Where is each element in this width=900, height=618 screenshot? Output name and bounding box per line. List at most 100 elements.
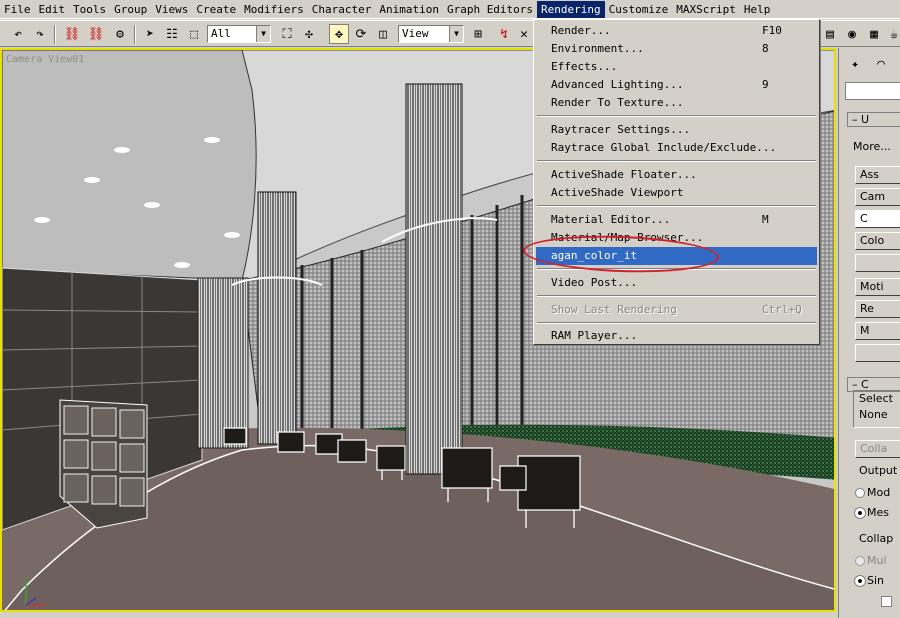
more-button[interactable]: More... <box>853 140 891 153</box>
utility-btn-m[interactable]: M <box>855 322 900 340</box>
utility-btn-camera[interactable]: Cam <box>855 188 900 206</box>
menu-item-label: ActiveShade Viewport <box>551 186 684 199</box>
select-move-icon[interactable]: ✣ <box>299 24 319 44</box>
render-scene-icon[interactable]: ▦ <box>864 24 884 44</box>
status-bar <box>0 612 838 618</box>
select-object-icon[interactable]: ➤ <box>140 24 160 44</box>
checkbox[interactable] <box>881 596 892 607</box>
menu-item-label: Video Post... <box>551 276 638 289</box>
utility-btn-blank[interactable] <box>855 254 900 272</box>
menu-item-label: Render... <box>551 24 611 37</box>
rendering-menu-item[interactable]: Effects... <box>536 58 817 76</box>
collapse-single-option[interactable]: Sin <box>867 574 884 587</box>
menu-tools[interactable]: Tools <box>69 1 110 18</box>
rotate-icon[interactable]: ⟳ <box>351 24 371 44</box>
rendering-menu-item[interactable]: Render To Texture... <box>536 94 817 112</box>
output-modifier-option[interactable]: Mod <box>867 486 890 499</box>
rendering-menu-item[interactable]: Advanced Lighting... 9 <box>536 76 817 94</box>
select-by-name-icon[interactable]: ☷ <box>162 24 182 44</box>
menu-rendering[interactable]: Rendering <box>537 0 605 18</box>
menu-animation[interactable]: Animation <box>375 1 443 18</box>
object-name-field[interactable] <box>845 82 900 100</box>
window-crossing-icon[interactable]: ⛶ <box>277 24 297 44</box>
menu-file[interactable]: File <box>0 1 35 18</box>
utility-btn-c[interactable]: C <box>855 210 900 228</box>
selection-label: Select <box>859 392 893 405</box>
utility-btn-reset[interactable]: Re <box>855 300 900 318</box>
rendering-menu-item[interactable]: Raytrace Global Include/Exclude... <box>536 139 817 157</box>
unlink-icon[interactable]: ⛓ <box>86 24 106 44</box>
create-tab-icon[interactable]: ✦ <box>845 54 865 74</box>
menu-item-label: ActiveShade Floater... <box>551 168 697 181</box>
utility-btn-color[interactable]: Colo <box>855 232 900 250</box>
menu-item-label: Environment... <box>551 42 644 55</box>
menu-character[interactable]: Character <box>308 1 376 18</box>
menu-customize[interactable]: Customize <box>605 1 673 18</box>
region-select-icon[interactable]: ⬚ <box>184 24 204 44</box>
menu-separator <box>537 205 816 207</box>
reference-coord-value: View <box>402 27 429 40</box>
output-mesh-option[interactable]: Mes <box>867 506 889 519</box>
menu-views[interactable]: Views <box>151 1 192 18</box>
menu-graph-editors[interactable]: Graph Editors <box>443 1 537 18</box>
menu-item-shortcut: 8 <box>762 42 769 55</box>
selection-filter-dropdown[interactable]: All ▼ <box>207 25 271 43</box>
menu-separator <box>537 322 816 324</box>
manipulate-icon[interactable]: ↯ <box>494 24 514 44</box>
menu-item-shortcut: M <box>762 213 769 226</box>
rendering-menu-item[interactable]: RAM Player... <box>536 327 817 345</box>
toolbar-divider <box>134 25 136 44</box>
menu-item-label: Render To Texture... <box>551 96 684 109</box>
undo-icon[interactable]: ↶ <box>8 24 28 44</box>
menu-create[interactable]: Create <box>192 1 240 18</box>
scale-icon[interactable]: ◫ <box>373 24 393 44</box>
collapse-multiple-option[interactable]: Mul <box>867 554 887 567</box>
utilities-rollout[interactable]: – U <box>847 112 900 127</box>
menu-item-label: Advanced Lighting... <box>551 78 684 91</box>
rendering-menu-item[interactable]: Environment... 8 <box>536 40 817 58</box>
bind-spacewarp-icon[interactable]: ⚙ <box>110 24 130 44</box>
menu-edit[interactable]: Edit <box>35 1 70 18</box>
menu-group[interactable]: Group <box>110 1 151 18</box>
pivot-center-icon[interactable]: ⊞ <box>468 24 488 44</box>
select-move-active-icon[interactable]: ✥ <box>329 24 349 44</box>
utility-btn-assets[interactable]: Ass <box>855 166 900 184</box>
menu-item-shortcut: Ctrl+Q <box>762 303 802 316</box>
selection-value: None <box>859 408 888 421</box>
rendering-menu-item[interactable]: ActiveShade Viewport <box>536 184 817 202</box>
menu-separator <box>537 160 816 162</box>
collapse-multiple-radio[interactable] <box>855 556 865 566</box>
rendering-menu-item[interactable]: ActiveShade Floater... <box>536 166 817 184</box>
rendering-menu-item[interactable]: Raytracer Settings... <box>536 121 817 139</box>
snap-icon[interactable]: ✕ <box>514 24 534 44</box>
menu-item-label: Raytrace Global Include/Exclude... <box>551 141 777 154</box>
chevron-down-icon: ▼ <box>256 26 270 42</box>
reference-coord-dropdown[interactable]: View ▼ <box>398 25 464 43</box>
redo-icon[interactable]: ↷ <box>30 24 50 44</box>
utility-btn-motion[interactable]: Moti <box>855 278 900 296</box>
material-editor-icon[interactable]: ◉ <box>842 24 862 44</box>
output-modifier-radio[interactable] <box>855 488 865 498</box>
rendering-menu-item[interactable]: Render... F10 <box>536 22 817 40</box>
rendering-menu-dropdown: Render... F10 Environment... 8 Effects... Adv… <box>533 19 820 345</box>
menu-item-label: Material Editor... <box>551 213 671 226</box>
rendering-menu-item[interactable]: Video Post... <box>536 274 817 292</box>
quick-render-icon[interactable]: ☕ <box>884 24 900 44</box>
rendering-menu-item[interactable]: Material Editor... M <box>536 211 817 229</box>
collapse-single-radio[interactable] <box>855 576 865 586</box>
collapse-selected-button[interactable]: Colla <box>855 440 900 458</box>
utility-btn-blank-2[interactable] <box>855 344 900 362</box>
modify-tab-icon[interactable]: ◠ <box>871 54 891 74</box>
output-mesh-radio[interactable] <box>855 508 865 518</box>
chevron-down-icon: ▼ <box>449 26 463 42</box>
menu-maxscript[interactable]: MAXScript <box>672 1 740 18</box>
schematic-view-icon[interactable]: ▤ <box>820 24 840 44</box>
command-panel: ✦ ◠ – U More... Ass Cam C Colo Moti Re M… <box>838 48 900 618</box>
menu-item-shortcut: 9 <box>762 78 769 91</box>
viewport-label: Camera View01 <box>6 54 85 65</box>
output-type-label: Output <box>859 464 898 477</box>
menu-modifiers[interactable]: Modifiers <box>240 1 308 18</box>
menu-help[interactable]: Help <box>740 1 775 18</box>
link-icon[interactable]: ⛓ <box>62 24 82 44</box>
menu-item-label: RAM Player... <box>551 329 638 342</box>
